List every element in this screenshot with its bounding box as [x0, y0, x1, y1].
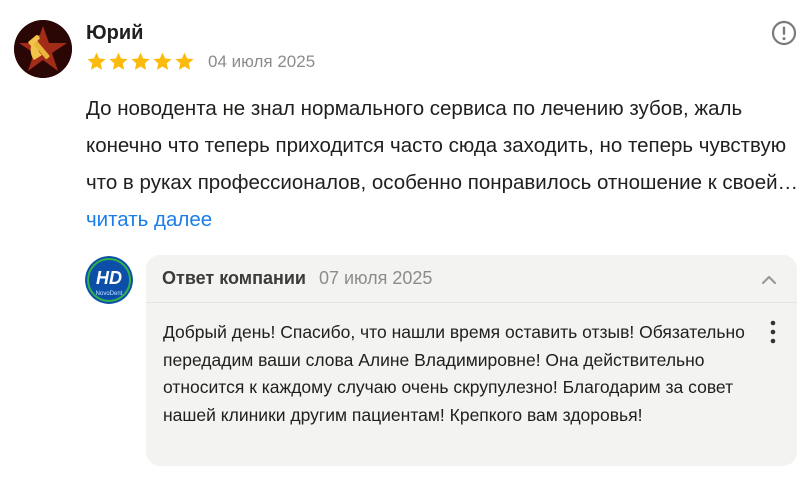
svg-text:NovoDent: NovoDent: [96, 291, 123, 297]
novodent-logo-icon: HD NovoDent: [85, 256, 133, 304]
star-icon: [87, 52, 106, 70]
review-text: До новодента не знал нормального сервиса…: [86, 90, 801, 238]
star-icon: [175, 52, 194, 70]
star-icon: [153, 52, 172, 70]
review-body: До новодента не знал нормального сервиса…: [86, 97, 799, 194]
star-icon: [131, 52, 150, 70]
reply-text: Добрый день! Спасибо, что нашли время ос…: [163, 322, 745, 425]
exclamation-circle-icon[interactable]: [771, 20, 797, 46]
hammer-sickle-star-icon: [14, 20, 72, 78]
divider: [146, 302, 797, 303]
company-logo[interactable]: HD NovoDent: [85, 256, 133, 304]
rating-stars: [86, 51, 195, 72]
company-reply-card: Ответ компании 07 июля 2025 Добрый день!…: [146, 255, 797, 466]
reply-date: 07 июля 2025: [318, 268, 433, 288]
svg-text:HD: HD: [96, 268, 122, 288]
reply-title: Ответ компании: [162, 268, 306, 288]
chevron-up-icon[interactable]: [758, 269, 780, 291]
review-date: 04 июля 2025: [208, 52, 316, 71]
read-more-link[interactable]: читать далее: [86, 208, 212, 231]
reply-header: Ответ компании 07 июля 2025: [162, 268, 432, 289]
reviewer-name[interactable]: Юрий: [86, 22, 143, 45]
vertical-dots-icon[interactable]: [764, 319, 782, 345]
star-icon: [109, 52, 128, 70]
reviewer-avatar[interactable]: [14, 20, 72, 78]
